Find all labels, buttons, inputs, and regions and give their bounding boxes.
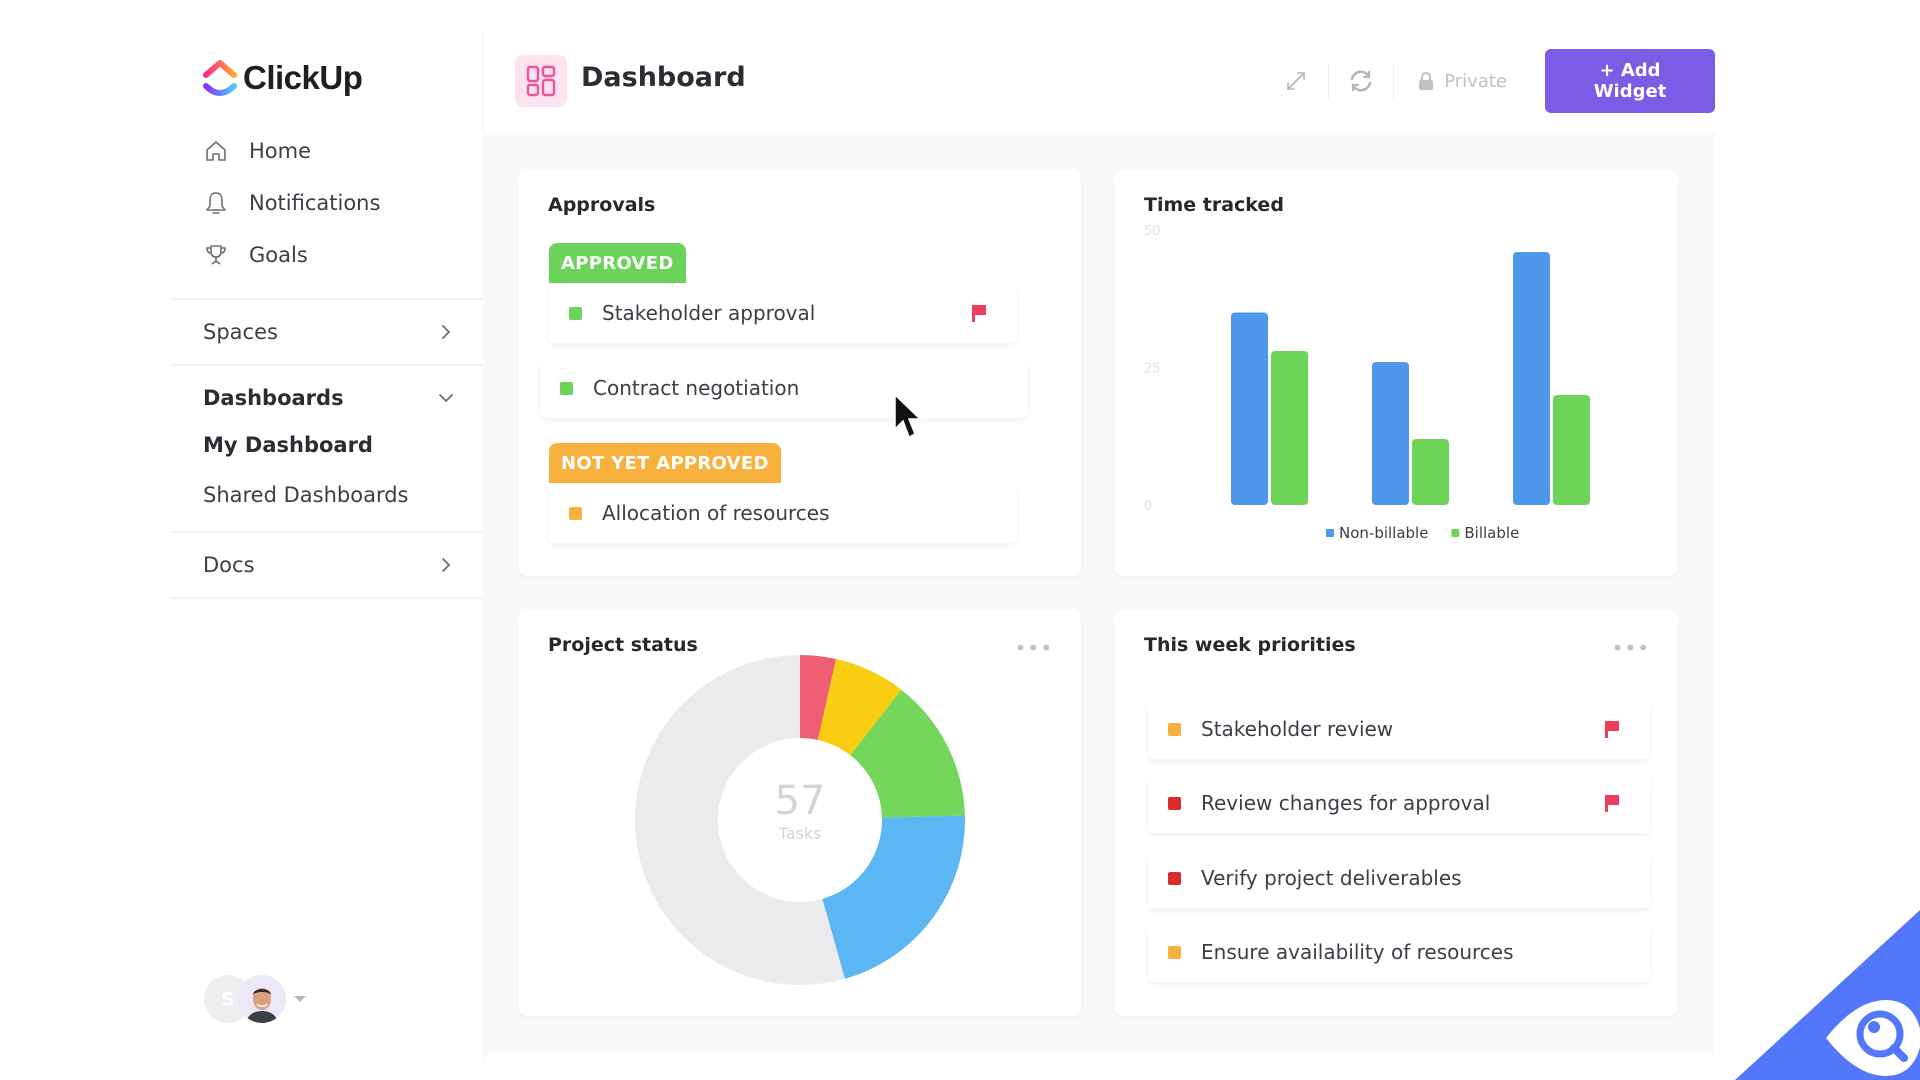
- sidebar-section-spaces: Spaces: [170, 298, 483, 364]
- sidebar-item-label: Notifications: [249, 191, 381, 215]
- task-name: Allocation of resources: [602, 501, 830, 525]
- sidebar-divider-line: [170, 597, 483, 599]
- sidebar-item-docs[interactable]: Docs: [170, 533, 483, 597]
- priority-square: [1168, 796, 1181, 810]
- priority-flag-icon: [972, 305, 986, 322]
- home-icon: [203, 138, 229, 164]
- priorities-widget: This week priorities ••• Stakeholder rev…: [1114, 610, 1678, 1016]
- priority-flag-icon: [1605, 721, 1619, 738]
- sidebar-item-label: Goals: [249, 243, 308, 267]
- lock-icon: [1419, 72, 1434, 90]
- sidebar-item-label: Home: [249, 139, 312, 163]
- sidebar-item-my-dashboard[interactable]: My Dashboard: [170, 420, 483, 470]
- y-tick-label: 0: [1144, 499, 1152, 514]
- sidebar-nav: Home Notifications Goals: [203, 125, 380, 281]
- privacy-toggle[interactable]: Private: [1418, 71, 1507, 92]
- add-widget-button[interactable]: + Add Widget: [1545, 49, 1715, 113]
- sidebar-item-label: Spaces: [203, 320, 278, 344]
- task-name: Review changes for approval: [1201, 791, 1491, 815]
- task-name: Ensure availability of resources: [1201, 940, 1514, 964]
- sidebar-item-label: Docs: [203, 553, 255, 577]
- widget-title: This week priorities: [1144, 634, 1356, 656]
- task-row[interactable]: Verify project deliverables: [1148, 848, 1650, 908]
- status-square: [569, 506, 582, 520]
- priority-flag-icon: [1605, 795, 1619, 812]
- private-label: Private: [1444, 70, 1507, 92]
- refresh-icon: [1350, 70, 1372, 92]
- donut-slice-blue[interactable]: [822, 815, 965, 979]
- time-tracked-widget: Time tracked 0 25 50 Non-billable Billable: [1114, 170, 1678, 576]
- mouse-cursor-icon: [894, 393, 922, 439]
- priority-square: [1168, 945, 1181, 959]
- sidebar: ClickUp Home Notifications Goals Spaces: [170, 0, 483, 1080]
- fullscreen-button[interactable]: [1276, 61, 1316, 101]
- y-tick-label: 25: [1144, 362, 1161, 377]
- priority-square: [1168, 722, 1181, 736]
- task-name: Stakeholder approval: [602, 301, 816, 325]
- app-name: ClickUp: [243, 59, 363, 96]
- time-tracked-chart: 0 25 50 Non-billable Billable: [1144, 224, 1590, 542]
- corner-watermark: [1735, 910, 1920, 1080]
- bar-non-billable-1[interactable]: [1231, 312, 1268, 506]
- bar-billable-3[interactable]: [1553, 395, 1590, 505]
- widget-title: Approvals: [548, 194, 656, 216]
- priority-square: [1168, 871, 1181, 885]
- legend-label: Non-billable: [1339, 524, 1428, 542]
- project-status-widget: Project status ••• 57 Tasks: [518, 610, 1081, 1016]
- bar-billable-1[interactable]: [1271, 351, 1308, 505]
- task-row[interactable]: Allocation of resources: [549, 483, 1017, 543]
- status-square: [569, 306, 582, 320]
- status-square: [560, 381, 573, 395]
- task-name: Contract negotiation: [593, 376, 800, 400]
- task-name: Verify project deliverables: [1201, 866, 1462, 890]
- header-actions: Private + Add Widget: [1276, 49, 1715, 113]
- dashboard-icon: [515, 55, 567, 107]
- chevron-right-icon: [442, 558, 451, 572]
- page-title: Dashboard: [581, 62, 746, 93]
- sidebar-section-docs: Docs: [170, 531, 483, 597]
- dashboard-canvas: Approvals APPROVED Stakeholder approval …: [483, 133, 1715, 1055]
- bar-non-billable-2[interactable]: [1372, 362, 1409, 505]
- chevron-down-icon: [439, 394, 453, 403]
- refresh-button[interactable]: [1341, 61, 1381, 101]
- clickup-logo-icon: [203, 60, 237, 96]
- sidebar-item-label: Dashboards: [203, 386, 344, 410]
- sidebar-item-spaces[interactable]: Spaces: [170, 300, 483, 364]
- user-menu[interactable]: S: [204, 975, 306, 1023]
- header-separator: [1328, 63, 1330, 99]
- bar-non-billable-3[interactable]: [1513, 252, 1550, 505]
- y-tick-label: 50: [1144, 224, 1161, 239]
- donut-label: Tasks: [778, 824, 822, 843]
- expand-icon: [1287, 72, 1306, 90]
- sidebar-section-dashboards: Dashboards My Dashboard Shared Dashboard…: [170, 364, 483, 520]
- status-badge-not-approved: NOT YET APPROVED: [549, 443, 781, 483]
- bell-icon: [203, 190, 229, 216]
- sidebar-item-home[interactable]: Home: [203, 125, 380, 177]
- more-options-button[interactable]: •••: [1612, 636, 1650, 660]
- task-row[interactable]: Review changes for approval: [1148, 773, 1650, 833]
- header: Dashboard Private + Add Widget: [483, 0, 1715, 133]
- legend-swatch: [1451, 529, 1460, 537]
- project-status-chart: 57 Tasks: [635, 655, 965, 985]
- task-row[interactable]: Contract negotiation: [540, 358, 1028, 418]
- bar-billable-2[interactable]: [1412, 439, 1449, 505]
- clickup-logo[interactable]: ClickUp: [203, 58, 363, 98]
- legend-label: Billable: [1464, 524, 1519, 542]
- header-separator: [1393, 63, 1395, 99]
- sidebar-item-goals[interactable]: Goals: [203, 229, 380, 281]
- avatar: [238, 975, 286, 1023]
- chevron-right-icon: [442, 325, 451, 339]
- task-row[interactable]: Stakeholder review: [1148, 699, 1650, 759]
- sidebar-item-notifications[interactable]: Notifications: [203, 177, 380, 229]
- caret-down-icon: [294, 996, 306, 1002]
- task-row[interactable]: Stakeholder approval: [549, 283, 1017, 343]
- approvals-widget: Approvals APPROVED Stakeholder approval …: [518, 170, 1081, 576]
- sidebar-item-shared-dashboards[interactable]: Shared Dashboards: [170, 470, 483, 520]
- task-row[interactable]: Ensure availability of resources: [1148, 922, 1650, 982]
- trophy-icon: [203, 242, 229, 268]
- donut-total: 57: [775, 778, 826, 824]
- status-badge-approved: APPROVED: [549, 243, 686, 283]
- task-name: Stakeholder review: [1201, 717, 1394, 741]
- legend-swatch: [1326, 529, 1334, 537]
